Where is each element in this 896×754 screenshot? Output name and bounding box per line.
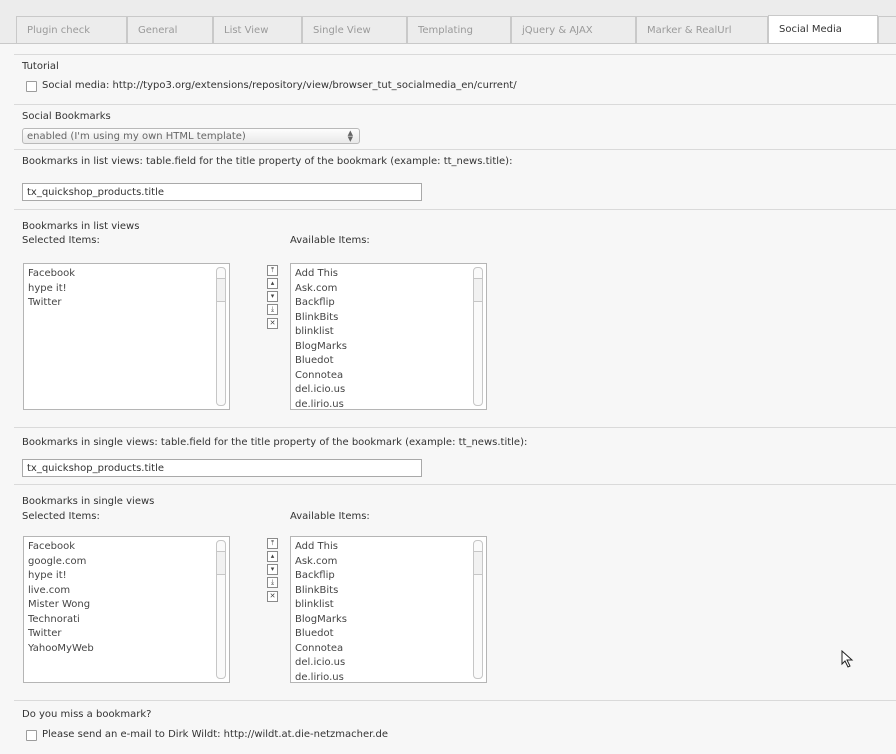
list-item[interactable]: Connotea — [295, 642, 486, 657]
tab-marker-realurl[interactable]: Marker & RealUrl — [636, 16, 768, 43]
list-item[interactable]: google.com — [28, 555, 229, 570]
arrow-up-icon[interactable]: ▴ — [267, 278, 278, 289]
remove-icon[interactable]: ✕ — [267, 318, 278, 329]
arrow-bottom-icon[interactable]: ⤓ — [267, 304, 278, 315]
list-item[interactable]: Twitter — [28, 627, 229, 642]
tutorial-heading: Tutorial — [22, 61, 59, 72]
tab-plugin-check[interactable]: Plugin check — [16, 16, 127, 43]
list-item[interactable]: de.lirio.us — [295, 398, 486, 410]
scrollbar-thumb[interactable] — [474, 278, 482, 302]
tab-general[interactable]: General — [127, 16, 213, 43]
arrow-up-icon[interactable]: ▴ — [267, 551, 278, 562]
list-item[interactable]: hype it! — [28, 282, 229, 297]
list-item[interactable]: Bluedot — [295, 354, 486, 369]
list-item[interactable]: BlinkBits — [295, 584, 486, 599]
social-media-panel: Tutorial Social media: http://typo3.org/… — [0, 44, 896, 754]
list-item[interactable]: hype it! — [28, 569, 229, 584]
remove-icon[interactable]: ✕ — [267, 591, 278, 602]
single-views-heading: Bookmarks in single views — [22, 496, 155, 507]
single-title-field-input[interactable]: tx_quickshop_products.title — [22, 459, 422, 477]
list-views-selected-listbox[interactable]: Facebook hype it! Twitter — [23, 263, 230, 410]
tab-single-view[interactable]: Single View — [302, 16, 407, 43]
tutorial-section: Tutorial Social media: http://typo3.org/… — [14, 54, 896, 92]
list-item[interactable]: Add This — [295, 267, 486, 282]
list-title-field-section: Bookmarks in list views: table.field for… — [14, 149, 896, 201]
social-bookmarks-selected-value: enabled (I'm using my own HTML template) — [27, 131, 246, 142]
list-item[interactable]: del.icio.us — [295, 383, 486, 398]
single-views-selected-listbox[interactable]: Facebook google.com hype it! live.com Mi… — [23, 536, 230, 683]
list-views-heading: Bookmarks in list views — [22, 221, 140, 232]
arrow-top-icon[interactable]: ⤒ — [267, 265, 278, 276]
select-arrows-icon: ▲ ▼ — [347, 129, 353, 143]
list-views-available-listbox[interactable]: Add This Ask.com Backflip BlinkBits blin… — [290, 263, 487, 410]
single-title-field-section: Bookmarks in single views: table.field f… — [14, 427, 896, 477]
list-item[interactable]: de.lirio.us — [295, 671, 486, 683]
single-title-field-label: Bookmarks in single views: table.field f… — [22, 437, 528, 448]
arrow-top-icon[interactable]: ⤒ — [267, 538, 278, 549]
tutorial-link[interactable]: Social media: http://typo3.org/extension… — [42, 80, 517, 91]
scrollbar-thumb[interactable] — [474, 551, 482, 575]
arrow-down-icon[interactable]: ▾ — [267, 291, 278, 302]
missing-bookmark-checkbox[interactable] — [26, 730, 37, 741]
list-views-selected-label: Selected Items: — [22, 235, 100, 246]
tutorial-checkbox[interactable] — [26, 81, 37, 92]
scrollbar-thumb[interactable] — [217, 278, 225, 302]
scrollbar[interactable] — [473, 540, 483, 679]
list-item[interactable]: Ask.com — [295, 282, 486, 297]
social-bookmarks-section: Social Bookmarks enabled (I'm using my o… — [14, 104, 896, 144]
tab-bar: Plugin check General List View Single Vi… — [0, 0, 896, 45]
single-views-available-listbox[interactable]: Add This Ask.com Backflip BlinkBits blin… — [290, 536, 487, 683]
scrollbar[interactable] — [216, 540, 226, 679]
list-item[interactable]: blinklist — [295, 325, 486, 340]
list-views-available-label: Available Items: — [290, 235, 370, 246]
list-views-section: Bookmarks in list views Selected Items: … — [14, 209, 896, 410]
list-item[interactable]: Backflip — [295, 296, 486, 311]
list-item[interactable]: live.com — [28, 584, 229, 599]
list-item[interactable]: Facebook — [28, 540, 229, 555]
scrollbar-thumb[interactable] — [217, 551, 225, 575]
list-item[interactable]: Technorati — [28, 613, 229, 628]
list-item[interactable]: Twitter — [28, 296, 229, 311]
tab-list-view[interactable]: List View — [213, 16, 302, 43]
list-item[interactable]: BlogMarks — [295, 340, 486, 355]
list-item[interactable]: Bluedot — [295, 627, 486, 642]
list-title-field-label: Bookmarks in list views: table.field for… — [22, 156, 513, 167]
list-item[interactable]: Backflip — [295, 569, 486, 584]
social-bookmarks-select[interactable]: enabled (I'm using my own HTML template)… — [22, 128, 360, 144]
list-item[interactable]: blinklist — [295, 598, 486, 613]
tab-jquery-ajax[interactable]: jQuery & AJAX — [511, 16, 636, 43]
tab-overflow[interactable] — [878, 16, 896, 43]
mouse-cursor-icon — [841, 650, 854, 668]
scrollbar[interactable] — [216, 267, 226, 406]
list-item[interactable]: BlogMarks — [295, 613, 486, 628]
tab-templating[interactable]: Templating — [407, 16, 511, 43]
arrow-down-icon[interactable]: ▾ — [267, 564, 278, 575]
single-views-section: Bookmarks in single views Selected Items… — [14, 484, 896, 683]
list-item[interactable]: Facebook — [28, 267, 229, 282]
arrow-bottom-icon[interactable]: ⤓ — [267, 577, 278, 588]
list-title-field-input[interactable]: tx_quickshop_products.title — [22, 183, 422, 201]
single-views-selected-label: Selected Items: — [22, 511, 100, 522]
list-item[interactable]: Add This — [295, 540, 486, 555]
list-item[interactable]: del.icio.us — [295, 656, 486, 671]
list-item[interactable]: Connotea — [295, 369, 486, 384]
single-views-available-label: Available Items: — [290, 511, 370, 522]
scrollbar[interactable] — [473, 267, 483, 406]
social-bookmarks-heading: Social Bookmarks — [22, 111, 111, 122]
list-item[interactable]: Mister Wong — [28, 598, 229, 613]
tab-social-media[interactable]: Social Media — [768, 15, 878, 45]
missing-bookmark-heading: Do you miss a bookmark? — [22, 709, 152, 720]
list-item[interactable]: Ask.com — [295, 555, 486, 570]
list-item[interactable]: BlinkBits — [295, 311, 486, 326]
missing-bookmark-text[interactable]: Please send an e-mail to Dirk Wildt: htt… — [42, 729, 388, 740]
list-item[interactable]: YahooMyWeb — [28, 642, 229, 657]
missing-bookmark-section: Do you miss a bookmark? Please send an e… — [14, 700, 896, 741]
